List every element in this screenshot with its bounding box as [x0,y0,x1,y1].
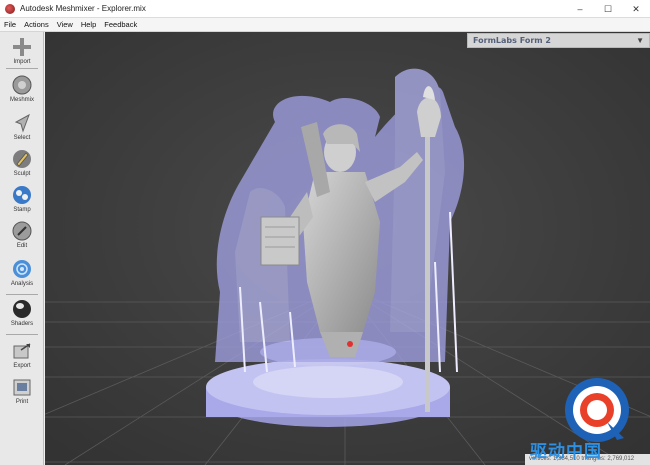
meshmix-button[interactable]: Meshmix [2,74,42,103]
maximize-button[interactable]: ☐ [594,0,622,18]
dropdown-caret-icon: ▼ [636,36,644,45]
menu-view[interactable]: View [53,20,77,29]
export-label: Export [13,363,31,369]
toolbar-divider [6,294,38,295]
analysis-button[interactable]: Analysis [2,258,42,287]
import-label: Import [13,59,31,65]
shaders-button[interactable]: Shaders [2,298,42,327]
sculpt-brush-icon [11,148,33,170]
minimize-button[interactable]: – [566,0,594,18]
select-button[interactable]: Select [2,112,42,141]
menu-help[interactable]: Help [77,20,100,29]
meshmix-label: Meshmix [9,97,34,103]
edit-button[interactable]: Edit [2,220,42,249]
stamp-label: Stamp [13,207,31,213]
select-label: Select [13,135,31,141]
export-button[interactable]: Export [2,340,42,369]
stamp-button[interactable]: Stamp [2,184,42,213]
edit-icon [11,220,33,242]
select-arrow-icon [11,112,33,134]
sculpt-button[interactable]: Sculpt [2,148,42,177]
stamp-icon [11,184,33,206]
close-button[interactable]: ✕ [622,0,650,18]
toolbar-divider [6,334,38,335]
print-icon [11,376,33,398]
printer-selector[interactable]: FormLabs Form 2 ▼ [467,33,650,48]
title-bar: Autodesk Meshmixer - Explorer.mix – ☐ ✕ [0,0,650,18]
window-title: Autodesk Meshmixer - Explorer.mix [20,4,146,13]
analysis-icon [11,258,33,280]
print-label: Print [15,399,29,405]
toolbar-divider [6,68,38,69]
shaders-icon [11,298,33,320]
window-controls: – ☐ ✕ [566,0,650,18]
book-model [260,216,300,266]
menu-actions[interactable]: Actions [20,20,53,29]
printer-name: FormLabs Form 2 [473,36,551,45]
watermark-text: 驱动中国 [530,442,602,462]
sculpt-label: Sculpt [13,171,31,177]
edit-label: Edit [16,243,28,249]
import-button[interactable]: Import [2,36,42,65]
menu-bar: File Actions View Help Feedback [0,18,650,32]
meshmix-icon [11,74,33,96]
meshmixer-logo-icon [5,3,15,14]
print-button[interactable]: Print [2,376,42,405]
shaders-label: Shaders [10,321,34,327]
tool-sidebar: Import Meshmix Select Sculpt Stamp Edit [0,32,44,465]
analysis-label: Analysis [10,281,34,287]
export-icon [11,340,33,362]
menu-file[interactable]: File [0,20,20,29]
plus-icon [11,36,33,58]
menu-feedback[interactable]: Feedback [100,20,141,29]
